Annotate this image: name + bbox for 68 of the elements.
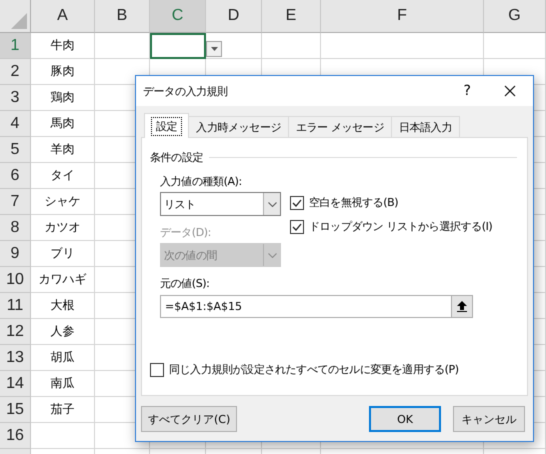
column-header[interactable]: E: [262, 0, 321, 33]
checkbox-label[interactable]: ドロップダウン リストから選択する(I): [309, 219, 492, 234]
cell-text: ブリ: [50, 245, 74, 262]
cell-text: 大根: [50, 297, 74, 314]
chevron-down-icon: [268, 252, 276, 258]
cell-text: 豚肉: [50, 63, 74, 80]
cell-text: 人参: [50, 323, 74, 340]
dropdown[interactable]: リスト: [160, 192, 281, 216]
row-header[interactable]: 11: [0, 293, 31, 319]
column-header[interactable]: G: [484, 0, 546, 33]
help-button[interactable]: ?: [447, 83, 487, 99]
checkbox[interactable]: [290, 196, 304, 210]
column-header[interactable]: B: [95, 0, 150, 33]
dropdown-button[interactable]: [206, 41, 222, 57]
row-header[interactable]: 3: [0, 85, 31, 111]
dialog-button[interactable]: OK: [369, 406, 441, 432]
tab[interactable]: 設定: [144, 113, 190, 138]
row-header[interactable]: 10: [0, 267, 31, 293]
caret-icon: [210, 47, 218, 51]
row-header[interactable]: 13: [0, 345, 31, 371]
column-header[interactable]: F: [321, 0, 484, 33]
tab[interactable]: 日本語入力: [390, 116, 460, 138]
chevron-down-icon: [268, 202, 276, 206]
field-label: 入力値の種類(A):: [160, 174, 243, 190]
source-field[interactable]: =$A$1:$A$15: [160, 295, 451, 318]
row-header[interactable]: 8: [0, 215, 31, 241]
row-header[interactable]: 1: [0, 33, 31, 59]
dialog-button[interactable]: すべてクリア(C): [141, 406, 238, 432]
dialog-button[interactable]: キャンセル: [453, 406, 525, 432]
row-header[interactable]: 16: [0, 423, 31, 449]
collapse-button[interactable]: [451, 295, 473, 318]
row-header[interactable]: 7: [0, 189, 31, 215]
up-arrow-icon: [457, 301, 467, 312]
cell-text: 牛肉: [50, 37, 74, 54]
row-header[interactable]: 12: [0, 319, 31, 345]
field-label: データ(D):: [160, 224, 212, 240]
column-header[interactable]: A: [31, 0, 95, 33]
window-title: データの入力規則: [143, 84, 229, 98]
cell-text: 羊肉: [50, 141, 74, 158]
cell-text: タイ: [50, 167, 74, 184]
cell-text: 馬肉: [50, 115, 74, 132]
cell-text: 胡瓜: [50, 349, 74, 366]
column-header[interactable]: D: [206, 0, 262, 33]
cell-text: シャケ: [44, 193, 80, 210]
column-header[interactable]: C: [150, 0, 206, 33]
checkbox-label[interactable]: 空白を無視する(B): [309, 195, 398, 210]
checkbox[interactable]: [150, 362, 164, 376]
active-cell[interactable]: [150, 33, 206, 59]
row-header[interactable]: 5: [0, 137, 31, 163]
field-label: 元の値(S):: [160, 276, 210, 292]
cell-text: 茄子: [50, 401, 74, 418]
checkbox-label[interactable]: 同じ入力規則が設定されたすべてのセルに変更を適用する(P): [169, 362, 459, 377]
group-title: 条件の設定: [150, 150, 204, 165]
close-icon: [504, 85, 516, 97]
checkbox[interactable]: [290, 220, 304, 234]
cell-text: カツオ: [44, 219, 80, 236]
checkmark-icon: [292, 198, 302, 206]
row-header[interactable]: 4: [0, 111, 31, 137]
row-header[interactable]: 6: [0, 163, 31, 189]
row-header[interactable]: 9: [0, 241, 31, 267]
cell-text: カワハギ: [38, 271, 86, 288]
row-header[interactable]: 15: [0, 397, 31, 423]
row-header[interactable]: 2: [0, 59, 31, 85]
row-header[interactable]: 14: [0, 371, 31, 397]
cell-text: 鶏肉: [50, 89, 74, 106]
table-cell: [484, 33, 546, 59]
cell-text: 南瓜: [50, 375, 74, 392]
checkmark-icon: [292, 222, 302, 230]
